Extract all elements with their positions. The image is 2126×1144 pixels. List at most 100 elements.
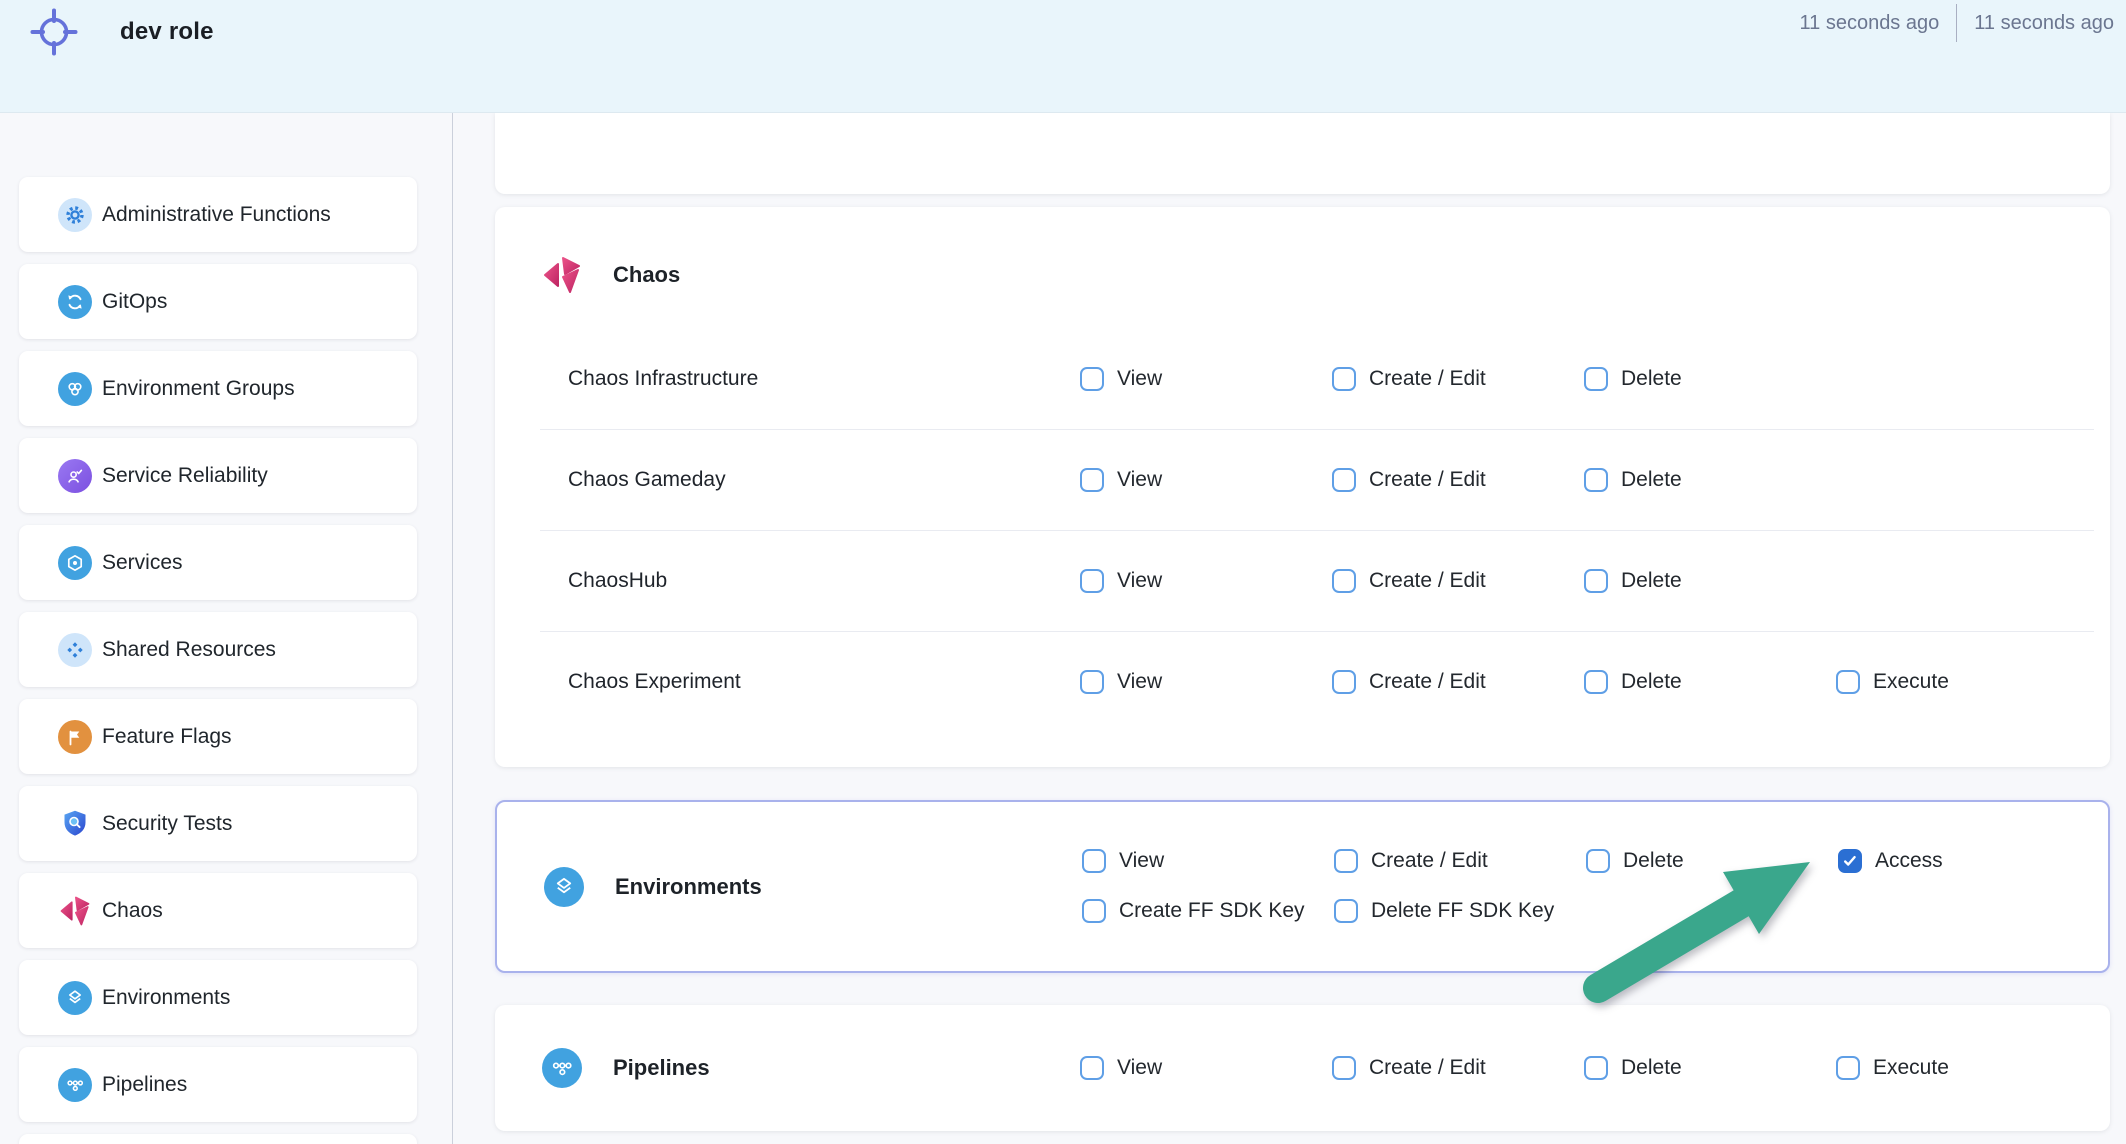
sidebar-item-label: Environments [102,986,230,1010]
permission-create-ff-sdk-key[interactable]: Create FF SDK Key [1082,899,1334,923]
create-edit-checkbox[interactable] [1332,468,1356,492]
environments-permissions: View Create / Edit Delete Access Create … [1082,849,1943,923]
sidebar-item-administrative-functions[interactable]: Administrative Functions [19,177,417,252]
sidebar-item-feature-flags[interactable]: Feature Flags [19,699,417,774]
sidebar-item-chaos[interactable]: Chaos [19,873,417,948]
sidebar-item-shared-resources[interactable]: Shared Resources [19,612,417,687]
permission-label: Create / Edit [1369,1056,1486,1080]
permission-view[interactable]: View [1080,1056,1332,1080]
permission-create-edit[interactable]: Create / Edit [1332,569,1584,593]
view-checkbox[interactable] [1082,849,1106,873]
sidebar-item-gitops[interactable]: GitOps [19,264,417,339]
resource-label: Chaos Gameday [495,468,1080,492]
role-permissions-page: dev role 11 seconds ago 11 seconds ago A… [0,0,2126,1144]
chaos-permissions-card: Chaos Chaos Infrastructure View Create /… [495,207,2110,767]
permission-view[interactable]: View [1080,569,1332,593]
execute-checkbox[interactable] [1836,1056,1860,1080]
permission-row-chaoshub: ChaosHub View Create / Edit Delete [495,531,2110,631]
permission-create-edit[interactable]: Create / Edit [1332,670,1584,694]
permission-delete[interactable]: Delete [1584,569,1836,593]
permission-view[interactable]: View [1080,367,1332,391]
delete-checkbox[interactable] [1586,849,1610,873]
permission-delete[interactable]: Delete [1584,1056,1836,1080]
create-edit-checkbox[interactable] [1332,569,1356,593]
permission-delete-ff-sdk-key[interactable]: Delete FF SDK Key [1334,899,1586,923]
permission-label: Execute [1873,1056,1949,1080]
sidebar-item-services[interactable]: Services [19,525,417,600]
chaos-pinwheel-icon [542,255,582,295]
pipelines-chain-icon [58,1068,92,1102]
resource-label: ChaosHub [495,569,1080,593]
permission-delete[interactable]: Delete [1586,849,1838,873]
delete-ff-sdk-key-checkbox[interactable] [1334,899,1358,923]
sidebar-item-pipelines[interactable]: Pipelines [19,1047,417,1122]
delete-checkbox[interactable] [1584,468,1608,492]
role-target-icon [30,8,78,56]
resource-sidebar: Administrative Functions GitOps [19,177,417,1144]
partial-card-top [495,113,2110,194]
view-checkbox[interactable] [1080,1056,1104,1080]
sidebar-item-label: GitOps [102,290,167,314]
delete-checkbox[interactable] [1584,569,1608,593]
view-checkbox[interactable] [1080,367,1104,391]
permission-create-edit[interactable]: Create / Edit [1332,367,1584,391]
permission-label: Delete FF SDK Key [1371,899,1554,923]
view-checkbox[interactable] [1080,670,1104,694]
permission-delete[interactable]: Delete [1584,670,1836,694]
permission-view[interactable]: View [1080,670,1332,694]
permission-label: Create / Edit [1369,670,1486,694]
permission-label: Execute [1873,670,1949,694]
create-edit-checkbox[interactable] [1332,670,1356,694]
delete-checkbox[interactable] [1584,367,1608,391]
create-edit-checkbox[interactable] [1332,367,1356,391]
services-hexagon-icon [58,546,92,580]
gitops-sync-icon [58,285,92,319]
timestamp-separator [1956,4,1957,42]
sidebar-item-service-reliability[interactable]: Service Reliability [19,438,417,513]
create-edit-checkbox[interactable] [1332,1056,1356,1080]
delete-checkbox[interactable] [1584,1056,1608,1080]
permission-label: Delete [1621,670,1682,694]
permission-create-edit[interactable]: Create / Edit [1334,849,1586,873]
permission-delete[interactable]: Delete [1584,468,1836,492]
chaos-pinwheel-icon [58,894,92,928]
sidebar-item-environment-groups[interactable]: Environment Groups [19,351,417,426]
sidebar-item-environments[interactable]: Environments [19,960,417,1035]
check-icon [1842,853,1858,869]
permission-view[interactable]: View [1080,468,1332,492]
permission-label: Delete [1621,1056,1682,1080]
permission-view[interactable]: View [1082,849,1334,873]
permission-delete[interactable]: Delete [1584,367,1836,391]
permission-label: View [1117,367,1162,391]
delete-checkbox[interactable] [1584,670,1608,694]
permission-label: Delete [1621,569,1682,593]
environments-permissions-card: Environments View Create / Edit Delete [495,800,2110,973]
environments-card-title: Environments [615,874,762,900]
create-edit-checkbox[interactable] [1334,849,1358,873]
execute-checkbox[interactable] [1836,670,1860,694]
permission-access[interactable]: Access [1838,849,1943,873]
permission-label: Delete [1621,367,1682,391]
permission-label: View [1117,670,1162,694]
permission-label: View [1117,1056,1162,1080]
permission-label: Create / Edit [1371,849,1488,873]
view-checkbox[interactable] [1080,569,1104,593]
timestamp-2: 11 seconds ago [1974,12,2114,35]
permission-label: Create / Edit [1369,367,1486,391]
view-checkbox[interactable] [1080,468,1104,492]
page-header: dev role 11 seconds ago 11 seconds ago [0,0,2126,113]
permission-execute[interactable]: Execute [1836,1056,2110,1080]
timestamp-1: 11 seconds ago [1800,12,1940,35]
sidebar-item-label: Chaos [102,899,163,923]
permission-create-edit[interactable]: Create / Edit [1332,468,1584,492]
access-checkbox[interactable] [1838,849,1862,873]
sidebar-item-label: Services [102,551,183,575]
sidebar-item-security-tests[interactable]: Security Tests [19,786,417,861]
gear-icon [58,198,92,232]
permission-label: View [1119,849,1164,873]
permission-execute[interactable]: Execute [1836,670,2110,694]
page-title: dev role [120,0,214,64]
permission-row-chaos-infrastructure: Chaos Infrastructure View Create / Edit … [495,329,2110,429]
permission-create-edit[interactable]: Create / Edit [1332,1056,1584,1080]
create-ff-sdk-key-checkbox[interactable] [1082,899,1106,923]
